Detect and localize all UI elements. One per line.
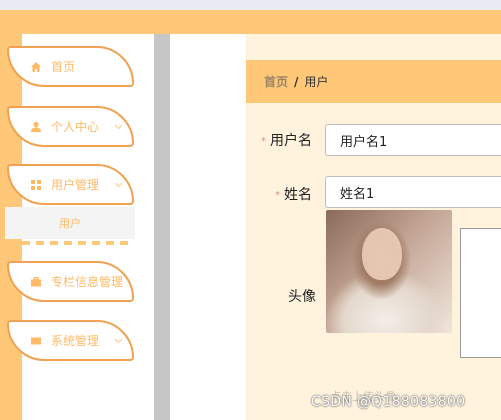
chevron-down-icon [114,334,123,344]
name-label: * 姓名 [275,187,312,203]
panel-icon [29,335,43,347]
avatar-upload-box[interactable] [460,228,501,358]
window-top-strip [0,0,501,10]
sidebar-item-label: 用户管理 [51,178,100,192]
grid-icon [29,179,43,191]
name-input[interactable]: 姓名1 [325,176,501,208]
avatar-label: 头像 [288,289,316,305]
sidebar: 首页 个人中心 用户管理 用户 专栏信息管理 系统管理 [0,34,155,420]
top-header-bar [0,10,501,34]
required-mark: * [261,135,266,147]
chevron-down-icon [114,275,123,285]
sidebar-item-label: 专栏信息管理 [51,275,124,289]
sidebar-item-home[interactable]: 首页 [7,46,134,87]
sidebar-item-system-management[interactable]: 系统管理 [7,320,134,361]
breadcrumb-separator: / [294,74,299,89]
briefcase-icon [29,276,43,288]
sidebar-subitem-label: 用户 [59,217,81,230]
dashed-divider [22,241,134,245]
chevron-down-icon [114,178,123,188]
sidebar-item-user-management[interactable]: 用户管理 [7,164,134,205]
sidebar-scrollbar[interactable] [154,34,170,420]
home-icon [29,61,43,73]
sidebar-item-label: 个人中心 [51,120,100,134]
sidebar-item-label: 系统管理 [51,334,100,348]
sidebar-item-profile[interactable]: 个人中心 [7,106,134,147]
chevron-down-icon [114,120,123,130]
username-input[interactable]: 用户名1 [325,124,501,156]
breadcrumb-home[interactable]: 首页 [264,73,288,90]
breadcrumb: 首页 / 用户 [246,60,501,103]
breadcrumb-current: 用户 [304,75,329,89]
username-label: * 用户名 [261,133,312,149]
sidebar-item-label: 首页 [51,60,76,74]
avatar-image-face [362,228,402,280]
user-icon [29,121,43,133]
sidebar-subitem-users[interactable]: 用户 [5,207,135,239]
watermark: CSDN @Q188083800 [311,394,466,410]
sidebar-item-column-info[interactable]: 专栏信息管理 [7,261,134,302]
required-mark: * [275,189,280,201]
